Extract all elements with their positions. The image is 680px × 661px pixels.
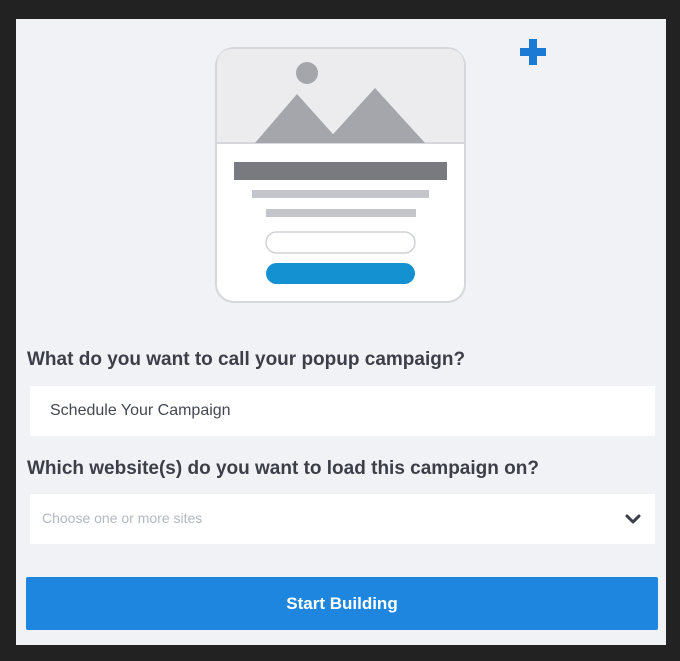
chevron-down-icon[interactable] bbox=[625, 512, 641, 526]
start-building-button[interactable]: Start Building bbox=[26, 577, 658, 630]
websites-label: Which website(s) do you want to load thi… bbox=[27, 458, 539, 479]
websites-select-placeholder: Choose one or more sites bbox=[42, 510, 203, 526]
sun-icon bbox=[296, 62, 318, 84]
websites-select[interactable]: Choose one or more sites bbox=[30, 494, 655, 544]
plus-icon[interactable] bbox=[519, 38, 547, 66]
popup-preview-illustration bbox=[215, 47, 466, 303]
campaign-name-field[interactable] bbox=[30, 386, 655, 436]
campaign-name-input[interactable] bbox=[30, 386, 655, 436]
campaign-setup-panel: What do you want to call your popup camp… bbox=[16, 19, 666, 645]
campaign-name-label: What do you want to call your popup camp… bbox=[27, 349, 466, 370]
